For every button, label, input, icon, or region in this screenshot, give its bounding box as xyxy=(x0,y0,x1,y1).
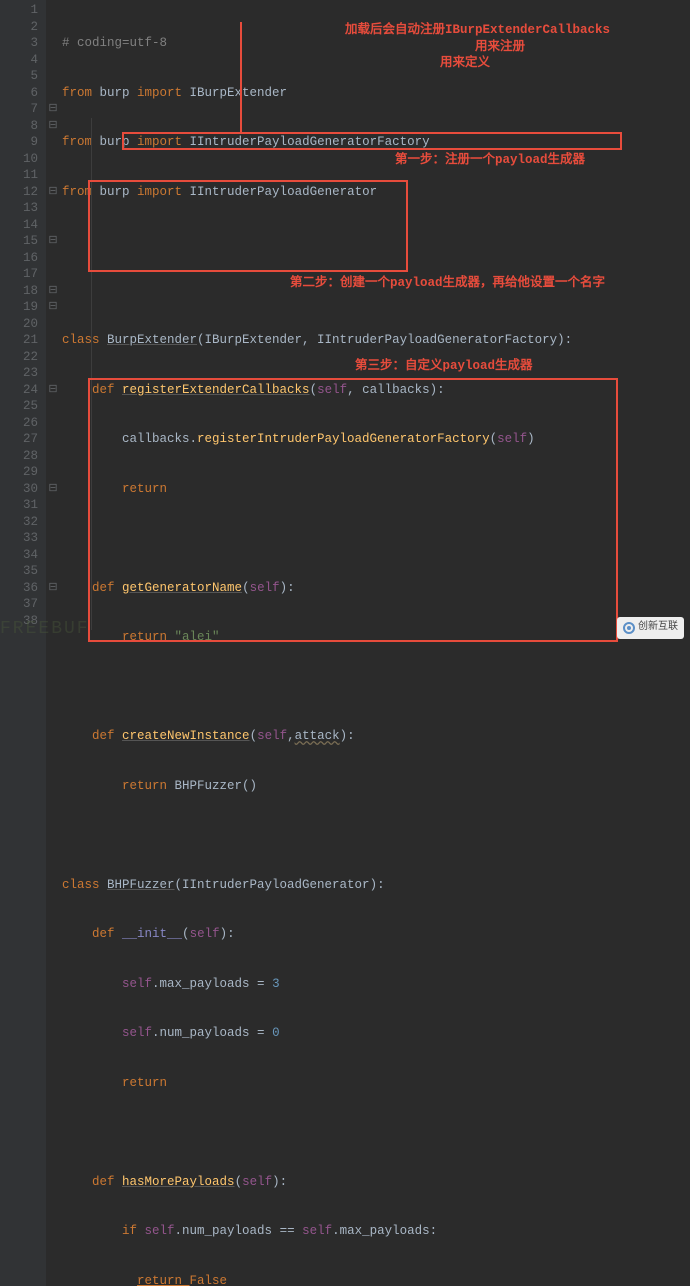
fold-def-icon: ⊟ xyxy=(46,118,60,135)
watermark-logo: 创新互联 xyxy=(617,617,684,640)
annotation-label-register: 用来注册 xyxy=(475,39,525,56)
fold-def-icon: ⊟ xyxy=(46,299,60,316)
fold-def-icon: ⊟ xyxy=(46,233,60,250)
annotation-label-load: 加载后会自动注册IBurpExtenderCallbacks xyxy=(345,22,610,39)
fold-def-icon: ⊟ xyxy=(46,580,60,597)
fold-def-icon: ⊟ xyxy=(46,481,60,498)
annotation-label-step1: 第一步：注册一个payload生成器 xyxy=(395,152,585,169)
line-number-gutter: 1234567891011121314151617181920212223242… xyxy=(0,0,46,1286)
code-editor[interactable]: 1234567891011121314151617181920212223242… xyxy=(0,0,690,1286)
annotation-label-define: 用来定义 xyxy=(440,55,490,72)
fold-class-icon: ⊟ xyxy=(46,283,60,300)
fold-class-icon: ⊟ xyxy=(46,101,60,118)
annotation-label-step3: 第三步：自定义payload生成器 xyxy=(355,358,533,375)
annotation-label-step2: 第二步：创建一个payload生成器，再给他设置一个名字 xyxy=(290,275,605,292)
code-content[interactable]: # coding=utf-8 from burp import IBurpExt… xyxy=(60,0,690,1286)
logo-icon xyxy=(623,622,635,634)
comment-line: # coding=utf-8 xyxy=(62,36,167,50)
watermark-freebuf: FREEBUF xyxy=(0,621,90,638)
fold-column[interactable]: ⊟⊟ ⊟ ⊟ ⊟⊟ ⊟ ⊟ ⊟ xyxy=(46,0,60,1286)
fold-def-icon: ⊟ xyxy=(46,184,60,201)
fold-def-icon: ⊟ xyxy=(46,382,60,399)
